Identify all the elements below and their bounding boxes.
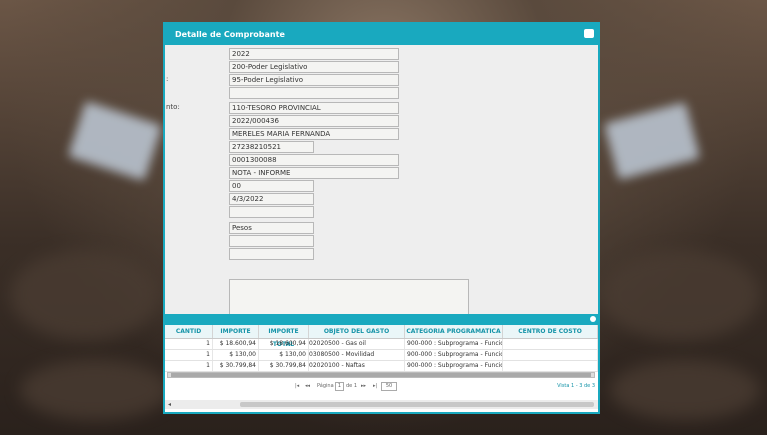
- field-empty: [229, 206, 314, 218]
- last-page-button[interactable]: ▸|: [373, 383, 377, 389]
- page-size-select[interactable]: 50: [381, 382, 397, 391]
- scrollbar-thumb[interactable]: [171, 373, 591, 377]
- cell-importe-total: $ 18.600,94: [259, 339, 309, 349]
- comment-icon[interactable]: [584, 29, 594, 38]
- table-row[interactable]: 1 $ 18.600,94 $ 18.600,94 02020500 - Gas…: [165, 339, 598, 350]
- field-date: 4/3/2022: [229, 193, 314, 205]
- prev-page-button[interactable]: ◂◂: [305, 383, 310, 389]
- background-screen-left: [67, 101, 163, 181]
- table-row[interactable]: 1 $ 130,00 $ 130,00 03080500 - Movilidad…: [165, 350, 598, 361]
- background-screen-right: [603, 102, 701, 180]
- field-service: 95-Poder Legislativo: [229, 74, 399, 86]
- background-seats-right-low: [610, 360, 760, 420]
- background-seats-left-low: [20, 360, 170, 420]
- col-header-centro[interactable]: CENTRO DE COSTO: [503, 325, 598, 338]
- field-document-number: 0001300088: [229, 154, 399, 166]
- collapse-icon[interactable]: [590, 316, 596, 322]
- cell-categoria: 900-000 : Subprograma - Funcional: [407, 361, 503, 371]
- grid-caption-bar: [165, 314, 598, 325]
- cell-cantidad: 1: [165, 361, 213, 371]
- field-voucher-number: 2022/000436: [229, 115, 399, 127]
- page-number-input[interactable]: 1: [335, 382, 344, 391]
- cell-importe-total: $ 30.799,84: [259, 361, 309, 371]
- field-beneficiary: MERELES MARIA FERNANDA: [229, 128, 399, 140]
- first-page-button[interactable]: |◂: [295, 383, 299, 389]
- col-header-importe-total[interactable]: IMPORTE TOTAL: [259, 325, 309, 348]
- field-label: nto:: [166, 103, 180, 111]
- field-cuit: 27238210521: [229, 141, 314, 153]
- page-number-value: 1: [337, 383, 342, 389]
- dialog-titlebar: Detalle de Comprobante: [165, 24, 598, 45]
- items-grid: CANTID IMPORTE IMPORTE TOTAL OBJETO DEL …: [165, 314, 598, 412]
- field-code: 00: [229, 180, 314, 192]
- col-header-objeto[interactable]: OBJETO DEL GASTO: [309, 325, 405, 338]
- cell-cantidad: 1: [165, 350, 213, 360]
- field-funding-source: 110-TESORO PROVINCIAL: [229, 102, 399, 114]
- field-empty: [229, 248, 314, 260]
- cell-objeto: 02020100 - Naftas: [309, 361, 405, 371]
- detail-dialog: Detalle de Comprobante 2022 200-Poder Le…: [163, 22, 600, 414]
- field-empty: [229, 235, 314, 247]
- background-seats-right: [600, 250, 760, 340]
- cell-importe: $ 130,00: [213, 350, 259, 360]
- table-row[interactable]: 1 $ 30.799,84 $ 30.799,84 02020100 - Naf…: [165, 361, 598, 372]
- grid-pager: |◂ ◂◂ Página 1 de 1 ▸▸ ▸| 50 Vista 1 - 3…: [165, 381, 598, 393]
- grid-horizontal-scrollbar[interactable]: [167, 372, 595, 378]
- next-page-button[interactable]: ▸▸: [361, 383, 366, 389]
- col-header-cantidad[interactable]: CANTID: [165, 325, 213, 338]
- dialog-horizontal-scrollbar[interactable]: ◂: [165, 400, 598, 409]
- cell-categoria: 900-000 : Subprograma - Funcional: [407, 350, 503, 360]
- dialog-title: Detalle de Comprobante: [175, 30, 285, 39]
- scroll-left-icon[interactable]: ◂: [168, 401, 171, 408]
- cell-centro: [503, 339, 598, 349]
- pager-info: Vista 1 - 3 de 3: [557, 383, 595, 389]
- cell-importe-total: $ 130,00: [259, 350, 309, 360]
- field-document-type: NOTA - INFORME: [229, 167, 399, 179]
- field-label: :: [166, 75, 169, 83]
- field-currency: Pesos: [229, 222, 314, 234]
- field-empty: [229, 87, 399, 99]
- grid-header: CANTID IMPORTE IMPORTE TOTAL OBJETO DEL …: [165, 325, 598, 348]
- field-jurisdiction: 200-Poder Legislativo: [229, 61, 399, 73]
- cell-centro: [503, 361, 598, 371]
- cell-importe: $ 18.600,94: [213, 339, 259, 349]
- col-header-importe[interactable]: IMPORTE: [213, 325, 259, 338]
- voucher-form: 2022 200-Poder Legislativo : 95-Poder Le…: [165, 45, 598, 335]
- cell-importe: $ 30.799,84: [213, 361, 259, 371]
- cell-objeto: 03080500 - Movilidad: [309, 350, 405, 360]
- scrollbar-thumb[interactable]: [240, 402, 594, 407]
- field-year: 2022: [229, 48, 399, 60]
- page-count-label: de 1: [346, 383, 358, 389]
- page-label: Página: [317, 383, 334, 389]
- cell-cantidad: 1: [165, 339, 213, 349]
- col-header-categoria[interactable]: CATEGORIA PROGRAMATICA: [405, 325, 503, 338]
- cell-centro: [503, 350, 598, 360]
- cell-objeto: 02020500 - Gas oil: [309, 339, 405, 349]
- cell-categoria: 900-000 : Subprograma - Funcional: [407, 339, 503, 349]
- background-seats-left: [10, 250, 160, 340]
